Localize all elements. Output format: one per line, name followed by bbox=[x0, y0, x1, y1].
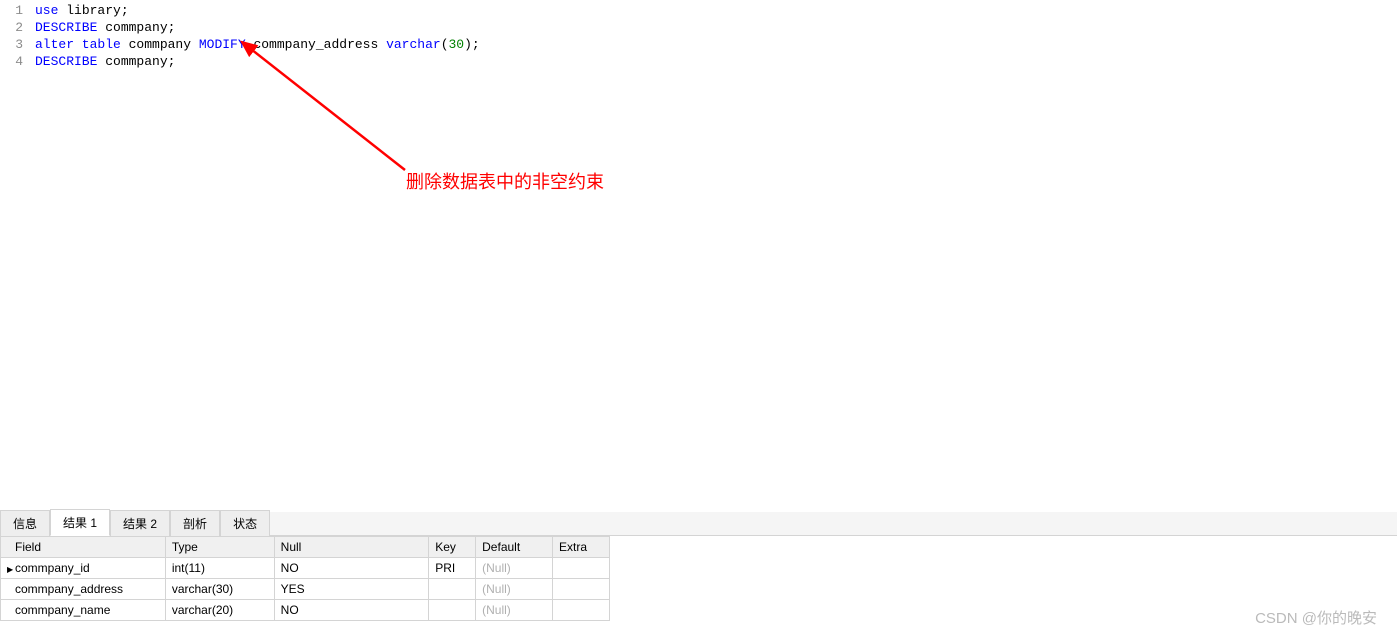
sql-editor[interactable]: 1use library;2DESCRIBE commpany;3alter t… bbox=[0, 0, 1397, 512]
cell-type[interactable]: varchar(30) bbox=[165, 579, 274, 600]
result-tabs: 信息结果 1结果 2剖析状态 bbox=[0, 512, 1397, 536]
cell-null[interactable]: NO bbox=[274, 558, 429, 579]
line-number: 1 bbox=[0, 2, 35, 19]
result-table[interactable]: FieldTypeNullKeyDefaultExtra ▶commpany_i… bbox=[0, 536, 610, 621]
cell-field[interactable]: commpany_name bbox=[1, 600, 166, 621]
cell-default[interactable]: (Null) bbox=[476, 600, 553, 621]
column-header-key[interactable]: Key bbox=[429, 537, 476, 558]
line-number: 3 bbox=[0, 36, 35, 53]
code-line[interactable]: 1use library; bbox=[0, 2, 1397, 19]
table-row[interactable]: ▶commpany_idint(11)NOPRI(Null) bbox=[1, 558, 610, 579]
line-number: 4 bbox=[0, 53, 35, 70]
cell-extra[interactable] bbox=[553, 579, 610, 600]
line-number: 2 bbox=[0, 19, 35, 36]
table-row[interactable]: commpany_addressvarchar(30)YES (Null) bbox=[1, 579, 610, 600]
column-header-null[interactable]: Null bbox=[274, 537, 429, 558]
cell-field[interactable]: ▶commpany_id bbox=[1, 558, 166, 579]
cell-null[interactable]: YES bbox=[274, 579, 429, 600]
code-line[interactable]: 4DESCRIBE commpany; bbox=[0, 53, 1397, 70]
cell-type[interactable]: varchar(20) bbox=[165, 600, 274, 621]
column-header-field[interactable]: Field bbox=[1, 537, 166, 558]
cell-key[interactable] bbox=[429, 579, 476, 600]
tab-结果 1[interactable]: 结果 1 bbox=[50, 509, 110, 536]
tab-信息[interactable]: 信息 bbox=[0, 510, 50, 536]
line-content[interactable]: alter table commpany MODIFY commpany_add… bbox=[35, 36, 1397, 53]
column-header-default[interactable]: Default bbox=[476, 537, 553, 558]
cell-key[interactable] bbox=[429, 600, 476, 621]
watermark: CSDN @你的晚安 bbox=[1255, 607, 1377, 628]
column-header-extra[interactable]: Extra bbox=[553, 537, 610, 558]
code-line[interactable]: 3alter table commpany MODIFY commpany_ad… bbox=[0, 36, 1397, 53]
row-marker-icon: ▶ bbox=[7, 565, 15, 574]
cell-extra[interactable] bbox=[553, 600, 610, 621]
cell-type[interactable]: int(11) bbox=[165, 558, 274, 579]
line-content[interactable]: DESCRIBE commpany; bbox=[35, 19, 1397, 36]
tab-剖析[interactable]: 剖析 bbox=[170, 510, 220, 536]
line-content[interactable]: use library; bbox=[35, 2, 1397, 19]
line-content[interactable]: DESCRIBE commpany; bbox=[35, 53, 1397, 70]
tab-结果 2[interactable]: 结果 2 bbox=[110, 510, 170, 536]
cell-extra[interactable] bbox=[553, 558, 610, 579]
cell-default[interactable]: (Null) bbox=[476, 558, 553, 579]
annotation-text: 删除数据表中的非空约束 bbox=[406, 168, 604, 194]
cell-default[interactable]: (Null) bbox=[476, 579, 553, 600]
code-line[interactable]: 2DESCRIBE commpany; bbox=[0, 19, 1397, 36]
table-row[interactable]: commpany_namevarchar(20)NO (Null) bbox=[1, 600, 610, 621]
cell-field[interactable]: commpany_address bbox=[1, 579, 166, 600]
cell-key[interactable]: PRI bbox=[429, 558, 476, 579]
cell-null[interactable]: NO bbox=[274, 600, 429, 621]
tab-状态[interactable]: 状态 bbox=[220, 510, 270, 536]
column-header-type[interactable]: Type bbox=[165, 537, 274, 558]
